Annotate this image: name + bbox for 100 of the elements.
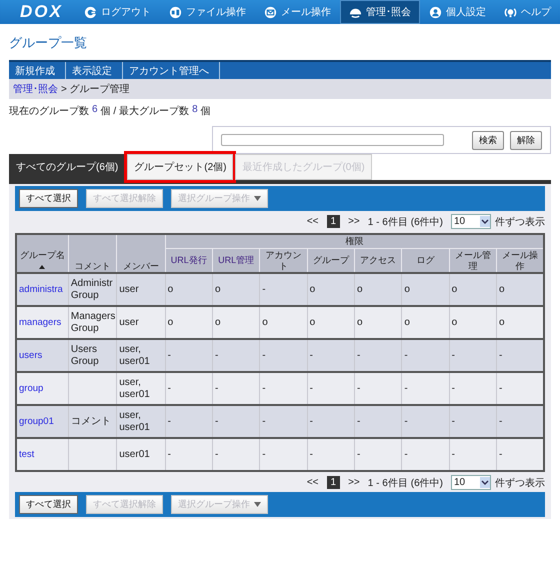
table-cell: - — [262, 350, 266, 361]
table-cell: o — [262, 316, 268, 328]
table-cell: - — [262, 416, 266, 427]
table-cell: Managers Group — [70, 310, 116, 334]
table-cell: o — [499, 284, 505, 295]
total-text: (6件中) — [410, 476, 443, 490]
table-cell: o — [356, 316, 363, 328]
table-cell: - — [452, 350, 456, 361]
person-icon — [429, 6, 442, 18]
table-cell: user — [119, 316, 139, 328]
table-cell: - — [452, 382, 456, 394]
table-cell: - — [452, 416, 456, 427]
group-link[interactable]: managers — [19, 317, 62, 328]
max-value: 8 — [192, 104, 198, 117]
table-cell: - — [499, 382, 502, 394]
count-label: 現在のグループ数 — [9, 104, 89, 118]
table-cell: コメント — [70, 416, 111, 427]
table-cell: - — [356, 448, 360, 460]
search-panel-button[interactable]: 検索 — [472, 130, 504, 150]
table-cell: o — [356, 284, 363, 295]
next-link[interactable]: >> — [348, 477, 360, 488]
logout-icon — [84, 6, 97, 18]
mail-icon — [264, 6, 277, 18]
nav-item[interactable]: ファイル操作 — [160, 0, 255, 24]
table-cell: user, user01 — [119, 410, 150, 433]
toolbar-button[interactable]: すべて選択 — [19, 495, 78, 514]
table-cell: o — [214, 284, 221, 295]
column-header: URL管理 — [212, 248, 260, 274]
group-link[interactable]: users — [19, 350, 42, 362]
column-header: コメント — [68, 234, 117, 274]
table-cell: o — [452, 316, 458, 328]
tab[interactable]: グループセット(2個) — [127, 154, 234, 180]
page-title: グループ一覧 — [9, 34, 88, 52]
table-cell: - — [262, 382, 266, 394]
toolbar-button[interactable]: すべて選択 — [19, 189, 78, 208]
sort-icon — [39, 264, 46, 269]
table-cell: - — [356, 382, 360, 394]
logo: DOX — [19, 2, 64, 22]
table-cell: o — [452, 284, 458, 295]
caret-icon — [254, 196, 261, 201]
column-header: ログ — [402, 248, 450, 274]
table-cell: - — [404, 448, 408, 460]
table-cell: - — [499, 350, 502, 361]
table-cell: - — [499, 416, 502, 427]
table-cell: - — [310, 448, 313, 460]
next-link[interactable]: >> — [348, 216, 360, 227]
table-cell: - — [499, 448, 502, 460]
nav-item[interactable]: ヘルプ — [495, 0, 560, 24]
nav-item[interactable]: ログアウト — [75, 0, 160, 24]
range-text: 1 - 6件目 — [368, 216, 408, 228]
group-link[interactable]: group — [19, 383, 44, 394]
column-header[interactable]: グループ名 — [16, 234, 68, 274]
breadcrumb-link[interactable]: 管理･照会 — [13, 82, 58, 96]
table-cell: user01 — [119, 448, 150, 460]
table-cell: - — [404, 350, 408, 361]
page-number[interactable]: 1 — [326, 476, 340, 490]
table-cell: o — [404, 316, 410, 328]
column-header: メール操作 — [496, 248, 544, 274]
table-cell: user — [119, 284, 139, 295]
table-cell: o — [168, 316, 174, 328]
nav-item[interactable]: メール操作 — [255, 0, 340, 24]
table-cell: o — [214, 316, 221, 328]
max-unit: 個 — [200, 105, 211, 118]
table-cell: - — [262, 448, 266, 460]
column-header: グループ — [307, 248, 354, 274]
table-cell: user, user01 — [119, 344, 150, 367]
table-cell: - — [310, 382, 313, 394]
prev-link[interactable]: << — [306, 216, 318, 227]
column-header: URL発行 — [165, 248, 212, 274]
breadcrumb-current: > グループ管理 — [61, 82, 130, 96]
prev-link[interactable]: << — [306, 477, 318, 488]
table-cell: - — [214, 350, 218, 361]
table-cell: - — [168, 382, 171, 394]
per-page-select[interactable]: 10 — [451, 214, 491, 229]
nav-item[interactable]: 管理･照会 — [340, 0, 420, 24]
table-cell: - — [262, 284, 266, 295]
per-page-label: 件ずつ表示 — [495, 216, 545, 228]
table-cell: - — [214, 448, 218, 460]
column-header: アクセス — [354, 248, 402, 274]
column-group-header: 権限 — [165, 234, 544, 248]
nav-item[interactable]: 個人設定 — [420, 0, 495, 24]
caret-icon — [254, 502, 261, 508]
per-page-select[interactable]: 10 — [451, 475, 491, 490]
search-panel-button[interactable]: 解除 — [510, 130, 542, 150]
table-cell: - — [452, 448, 456, 460]
table-cell: Administr Group — [70, 278, 113, 301]
page-number[interactable]: 1 — [326, 215, 340, 228]
table-cell: - — [214, 382, 218, 394]
per-page-label: 件ずつ表示 — [495, 476, 545, 490]
table-cell: user, user01 — [119, 376, 150, 400]
table-cell: - — [214, 416, 218, 427]
max-label: 最大グループ数 — [119, 104, 190, 118]
tab[interactable]: すべてのグループ(6個) — [9, 154, 126, 180]
help-icon — [504, 6, 517, 18]
table-cell: o — [168, 284, 174, 295]
table-cell: Users Group — [70, 344, 99, 367]
search-field[interactable] — [221, 134, 444, 146]
group-link[interactable]: test — [19, 449, 34, 460]
table-cell: - — [310, 416, 313, 427]
table-cell: - — [310, 350, 313, 361]
